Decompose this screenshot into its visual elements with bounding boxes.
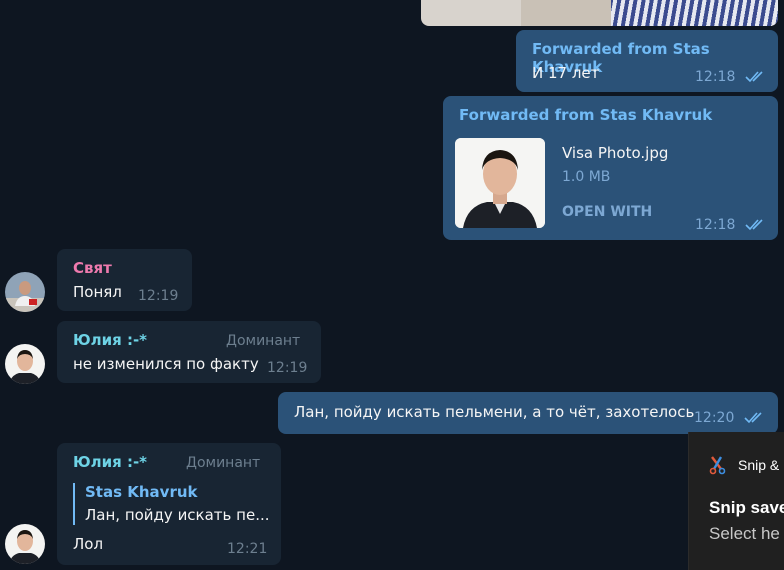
reply-text: Лан, пойду искать пе... <box>85 506 270 524</box>
message-time: 12:20 <box>694 410 735 426</box>
sender-name[interactable]: Юлия :-* <box>73 331 147 349</box>
message-time: 12:21 <box>227 541 268 557</box>
message-text: И 17 лет <box>532 64 600 82</box>
message-incoming[interactable]: Свят Понял 12:19 <box>57 249 192 311</box>
open-with-link[interactable]: OPEN WITH <box>562 204 652 220</box>
message-text: Лол <box>73 535 104 553</box>
avatar-yulia[interactable] <box>5 524 45 564</box>
avatar-yulia[interactable] <box>5 344 45 384</box>
member-role: Доминант <box>186 455 261 471</box>
read-checkmarks-icon <box>745 71 763 83</box>
read-checkmarks-icon <box>745 219 763 231</box>
message-time: 12:18 <box>695 69 736 85</box>
toast-subtitle: Select he <box>709 524 780 543</box>
message-time: 12:19 <box>138 288 179 304</box>
message-text: не изменился по факту <box>73 355 259 373</box>
reply-quote[interactable]: Stas Khavruk Лан, пойду искать пе... <box>73 483 270 525</box>
message-forwarded-file[interactable]: Forwarded from Stas Khavruk Visa Photo.j… <box>443 96 778 240</box>
message-time: 12:18 <box>695 217 736 233</box>
member-role: Доминант <box>226 333 301 349</box>
reply-author: Stas Khavruk <box>85 483 198 501</box>
forwarded-photo-partial[interactable] <box>421 0 778 26</box>
snip-app-icon <box>709 456 726 475</box>
snip-notification-toast[interactable]: Snip & Snip save Select he <box>688 432 784 570</box>
toast-title: Snip save <box>709 498 784 517</box>
file-name[interactable]: Visa Photo.jpg <box>562 144 668 162</box>
read-checkmarks-icon <box>744 412 762 424</box>
forwarded-label[interactable]: Forwarded from Stas Khavruk <box>459 106 712 124</box>
person-photo-icon <box>455 138 545 228</box>
avatar-svyat[interactable] <box>5 272 45 312</box>
message-time: 12:19 <box>267 360 308 376</box>
file-size: 1.0 MB <box>562 169 611 185</box>
message-incoming-reply[interactable]: Юлия :-* Доминант Stas Khavruk Лан, пойд… <box>57 443 281 565</box>
sender-name[interactable]: Свят <box>73 259 112 277</box>
message-outgoing[interactable]: Лан, пойду искать пельмени, а то чёт, за… <box>278 392 778 434</box>
message-incoming[interactable]: Юлия :-* Доминант не изменился по факту … <box>57 321 321 383</box>
message-text: Лан, пойду искать пельмени, а то чёт, за… <box>294 403 695 421</box>
sender-name[interactable]: Юлия :-* <box>73 453 147 471</box>
message-forwarded-text[interactable]: Forwarded from Stas Khavruk И 17 лет 12:… <box>516 30 778 92</box>
message-text: Понял <box>73 283 122 301</box>
file-thumbnail[interactable] <box>455 138 545 228</box>
toast-app-name: Snip & <box>738 457 780 473</box>
